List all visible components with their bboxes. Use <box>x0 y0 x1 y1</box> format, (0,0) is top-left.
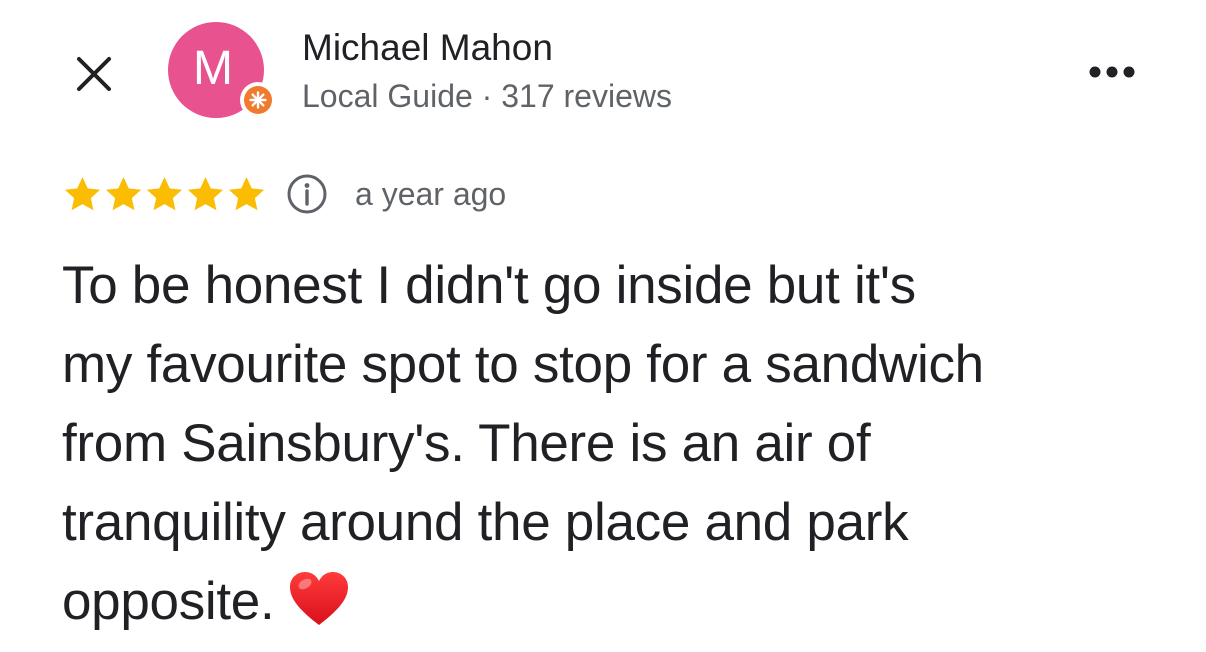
more-options-icon <box>1089 66 1135 78</box>
review-text-line: To be honest I didn't go inside but it's <box>62 256 916 315</box>
review-text-last-line: opposite. <box>62 562 1162 641</box>
star-icon <box>105 176 142 210</box>
reviewer-name[interactable]: Michael Mahon <box>302 26 553 70</box>
review-text-line: tranquility around the place and park <box>62 493 909 552</box>
rating-row: a year ago <box>62 170 506 218</box>
more-options-button[interactable] <box>1080 52 1144 92</box>
close-button[interactable] <box>66 46 122 102</box>
review-text-line: from Sainsbury's. There is an air of <box>62 414 871 473</box>
review-text-line: my favourite spot to stop for a sandwich <box>62 335 984 394</box>
review-text: To be honest I didn't go inside but it's… <box>62 246 1162 641</box>
red-heart-icon <box>290 572 349 625</box>
close-icon <box>77 57 111 91</box>
avatar-letter: M <box>193 41 233 95</box>
review-date: a year ago <box>355 175 507 212</box>
star-icon <box>146 176 183 210</box>
star-icon <box>64 176 101 210</box>
star-icon <box>228 176 265 210</box>
star-rating <box>62 174 267 215</box>
reviewer-meta: Local Guide · 317 reviews <box>302 78 672 114</box>
info-icon[interactable] <box>285 172 329 216</box>
local-guide-badge <box>240 82 276 118</box>
star-icon <box>187 176 224 210</box>
review-text-line: opposite. <box>62 572 275 631</box>
local-guide-star-icon <box>244 86 272 114</box>
